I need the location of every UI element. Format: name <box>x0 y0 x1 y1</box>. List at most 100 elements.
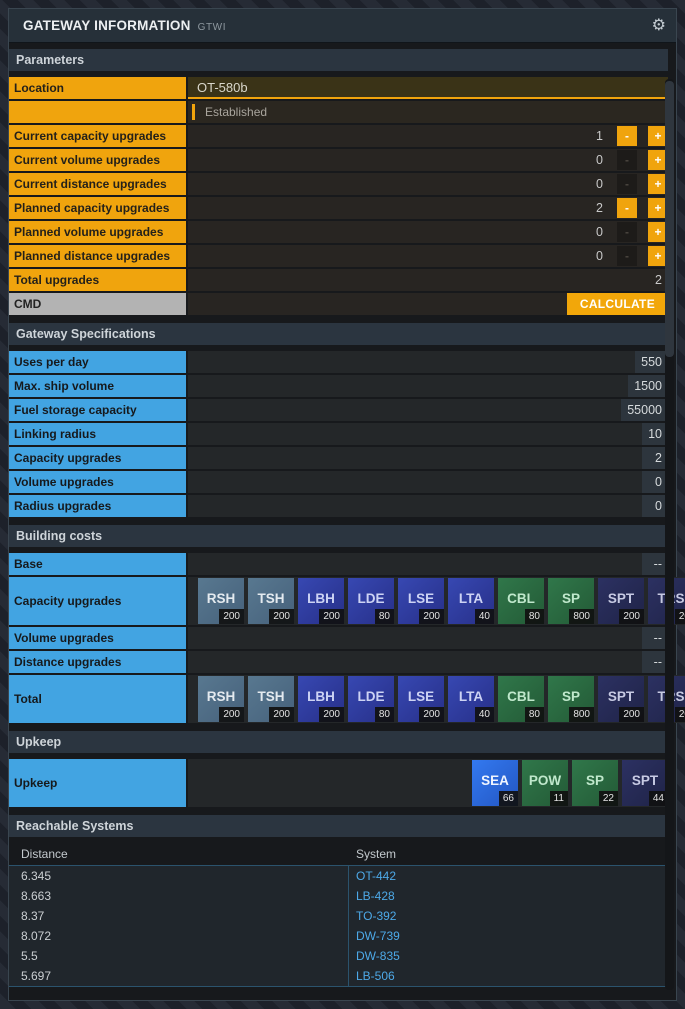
material-ticker: LTA <box>459 689 483 704</box>
material-amount: 40 <box>475 609 494 624</box>
material-amount: 22 <box>599 791 618 806</box>
material-tile-rsh[interactable]: RSH200 <box>198 578 244 624</box>
base-cost-value-area: -- <box>188 553 668 575</box>
material-tile-tsh[interactable]: TSH200 <box>248 578 294 624</box>
stepper-value: 0 <box>188 177 617 191</box>
material-amount: 200 <box>269 707 294 722</box>
base-cost-row: Base -- <box>9 553 668 575</box>
material-ticker: LBH <box>307 591 335 606</box>
decrement-button: - <box>617 246 637 266</box>
system-link[interactable]: LB-428 <box>356 889 395 903</box>
material-tile-cbl[interactable]: CBL80 <box>498 676 544 722</box>
stepper-row: Current capacity upgrades1-+ <box>9 125 668 147</box>
material-tile-lta[interactable]: LTA 40 <box>448 578 494 624</box>
spec-value-area: 0 <box>188 471 668 493</box>
material-tile-sp[interactable]: SP800 <box>548 578 594 624</box>
material-tile-lta[interactable]: LTA40 <box>448 676 494 722</box>
stepper-value: 1 <box>188 129 617 143</box>
selected-option-indicator <box>192 104 195 120</box>
material-amount: 800 <box>569 707 594 722</box>
distance-cell: 6.345 <box>9 866 349 886</box>
location-label: Location <box>9 77 186 99</box>
material-ticker: SPT <box>608 591 634 606</box>
spec-row: Fuel storage capacity55000 <box>9 399 668 421</box>
material-ticker: LTA <box>459 591 483 606</box>
material-ticker: SPT <box>632 773 658 788</box>
system-link[interactable]: DW-739 <box>356 929 400 943</box>
material-tile-tsh[interactable]: TSH200 <box>248 676 294 722</box>
spec-value: 1500 <box>628 375 668 397</box>
system-link[interactable]: LB-506 <box>356 969 395 983</box>
material-tile-lde[interactable]: LDE80 <box>348 676 394 722</box>
material-tile-sea[interactable]: SEA66 <box>472 760 518 806</box>
material-amount: 80 <box>525 707 544 722</box>
material-tile-pow[interactable]: POW11 <box>522 760 568 806</box>
distance-cell: 5.697 <box>9 966 349 986</box>
capacity-upgrades-cost-label: Capacity upgrades <box>9 577 186 625</box>
system-column-header: System <box>349 847 668 861</box>
material-amount: 20 <box>675 707 685 722</box>
spec-label: Fuel storage capacity <box>9 399 186 421</box>
material-ticker: SP <box>562 591 580 606</box>
status-selected-value: Established <box>205 105 267 119</box>
material-tile-spt[interactable]: SPT 200 <box>598 578 644 624</box>
material-amount: 200 <box>219 609 244 624</box>
total-cost-value-area: RSH200TSH200LBH200LDE80LSE200LTA40CBL80S… <box>188 675 685 723</box>
material-amount: 200 <box>419 609 444 624</box>
material-tile-sp[interactable]: SP22 <box>572 760 618 806</box>
material-tile-spt[interactable]: SPT44 <box>622 760 668 806</box>
material-tile-cbl[interactable]: CBL80 <box>498 578 544 624</box>
total-upgrades-value-area: 2 <box>188 269 668 291</box>
window-code: GTWI <box>198 19 227 33</box>
system-link[interactable]: OT-442 <box>356 869 396 883</box>
calculate-button[interactable]: CALCULATE <box>567 293 668 315</box>
material-tile-lse[interactable]: LSE200 <box>398 578 444 624</box>
spec-value-area: 10 <box>188 423 668 445</box>
spec-row: Uses per day550 <box>9 351 668 373</box>
material-ticker: SP <box>562 689 580 704</box>
material-tile-rsh[interactable]: RSH200 <box>198 676 244 722</box>
material-amount: 200 <box>619 609 644 624</box>
spec-label: Max. ship volume <box>9 375 186 397</box>
upkeep-materials: SEA66POW11SP22SPT44 <box>188 760 668 806</box>
material-amount: 66 <box>499 791 518 806</box>
decrement-button[interactable]: - <box>617 198 637 218</box>
system-link[interactable]: TO-392 <box>356 909 396 923</box>
system-cell: LB-506 <box>349 966 668 986</box>
specification-rows: Uses per day550Max. ship volume1500Fuel … <box>9 351 668 517</box>
upkeep-row: Upkeep SEA66POW11SP22SPT44 <box>9 759 668 807</box>
system-link[interactable]: DW-835 <box>356 949 400 963</box>
stepper-rows: Current capacity upgrades1-+Current volu… <box>9 125 668 267</box>
distance-upgrades-cost-value-area: -- <box>188 651 668 673</box>
material-tile-sp[interactable]: SP 800 <box>548 676 594 722</box>
spec-label: Volume upgrades <box>9 471 186 493</box>
status-select[interactable]: Established <box>188 101 668 123</box>
decrement-button: - <box>617 174 637 194</box>
material-tile-lbh[interactable]: LBH200 <box>298 578 344 624</box>
material-ticker: POW <box>529 773 561 788</box>
section-header-parameters: Parameters <box>9 49 668 71</box>
settings-gear-icon[interactable]: ⚙ <box>652 18 666 34</box>
material-ticker: TSH <box>258 591 285 606</box>
capacity-upgrades-cost-row: Capacity upgrades RSH200TSH200LBH200LDE8… <box>9 577 668 625</box>
scrollbar-thumb[interactable] <box>665 81 674 357</box>
total-upgrades-label: Total upgrades <box>9 269 186 291</box>
section-header-specifications: Gateway Specifications <box>9 323 668 345</box>
material-tile-lbh[interactable]: LBH200 <box>298 676 344 722</box>
status-value-area: Established <box>188 101 668 123</box>
gateway-information-window: GATEWAY INFORMATION GTWI ⚙ Parameters Lo… <box>8 8 677 1001</box>
table-row: 8.072DW-739 <box>9 926 668 946</box>
cmd-label: CMD <box>9 293 186 315</box>
material-ticker: LDE <box>358 591 385 606</box>
material-tile-lde[interactable]: LDE80 <box>348 578 394 624</box>
stepper-value-area: 0-+ <box>188 245 668 267</box>
stepper-value-area: 2-+ <box>188 197 668 219</box>
location-input[interactable]: OT-580b <box>188 77 668 99</box>
stepper-row: Current distance upgrades0-+ <box>9 173 668 195</box>
material-tile-spt[interactable]: SPT200 <box>598 676 644 722</box>
decrement-button[interactable]: - <box>617 126 637 146</box>
volume-upgrades-cost-label: Volume upgrades <box>9 627 186 649</box>
reachable-systems-table: Distance System 6.345OT-4428.663LB-4288.… <box>9 843 668 987</box>
stepper-row: Planned distance upgrades0-+ <box>9 245 668 267</box>
material-tile-lse[interactable]: LSE200 <box>398 676 444 722</box>
